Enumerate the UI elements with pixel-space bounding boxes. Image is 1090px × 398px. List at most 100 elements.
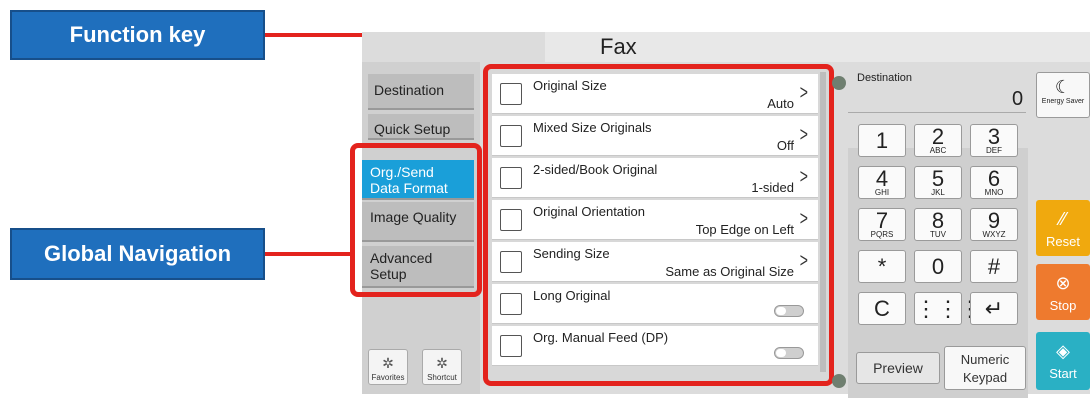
- chevron-right-icon: >: [800, 124, 809, 146]
- key-hash[interactable]: #: [970, 250, 1018, 283]
- key-dots[interactable]: ⋮⋮⋮: [914, 292, 981, 325]
- function-label: Sending Size: [533, 246, 610, 261]
- key-four[interactable]: 4 GHI: [858, 166, 906, 199]
- key-three[interactable]: 3 DEF: [970, 124, 1018, 157]
- key-letters: TUV: [930, 230, 946, 239]
- favorites-icon: ✲: [382, 355, 394, 371]
- function-label: Org. Manual Feed (DP): [533, 330, 669, 345]
- key-letters: DEF: [986, 146, 1002, 155]
- key-six[interactable]: 6 MNO: [970, 166, 1018, 199]
- key-one[interactable]: 1: [858, 124, 906, 157]
- shortcut-button[interactable]: ✲ Shortcut: [422, 349, 462, 385]
- scroll-up-icon[interactable]: [832, 76, 846, 90]
- key-star[interactable]: *: [858, 250, 906, 283]
- global-navigation-leader-h: [265, 252, 355, 256]
- key-letters: MNO: [984, 188, 1004, 197]
- numeric-keypad-button[interactable]: Numeric Keypad: [944, 346, 1026, 390]
- key-letters: JKL: [931, 188, 945, 197]
- global-navigation-highlight: [350, 143, 482, 297]
- function-long-original[interactable]: Long Original: [492, 284, 818, 324]
- favorites-button[interactable]: ✲ Favorites: [368, 349, 408, 385]
- key-letters: PQRS: [870, 230, 894, 239]
- function-two-sided-book-original[interactable]: 2-sided/Book Original 1-sided >: [492, 158, 818, 198]
- key-digit: ⋮⋮⋮: [915, 296, 981, 321]
- key-two[interactable]: 2 ABC: [914, 124, 962, 157]
- long-original-toggle[interactable]: [774, 305, 804, 317]
- nav-item-quick-setup[interactable]: Quick Setup: [368, 114, 474, 140]
- function-value: Off: [776, 138, 794, 153]
- global-navigation-callout-label: Global Navigation: [43, 241, 232, 266]
- function-value: Auto: [767, 96, 794, 111]
- function-org-manual-feed[interactable]: Org. Manual Feed (DP): [492, 326, 818, 366]
- function-original-size[interactable]: Original Size Auto >: [492, 74, 818, 114]
- preview-button[interactable]: Preview: [856, 352, 940, 384]
- stop-label: Stop: [1049, 298, 1077, 313]
- energy-saver-label: Energy Saver: [1041, 98, 1085, 105]
- manual-feed-toggle[interactable]: [774, 347, 804, 359]
- shortcut-icon: ✲: [436, 355, 448, 371]
- chevron-right-icon: >: [800, 250, 809, 272]
- two-sided-icon: [500, 167, 522, 189]
- preview-label: Preview: [873, 360, 923, 376]
- function-value: Same as Original Size: [665, 264, 794, 279]
- function-value: Top Edge on Left: [695, 222, 794, 237]
- function-sending-size[interactable]: Sending Size Same as Original Size >: [492, 242, 818, 282]
- original-size-icon: [500, 83, 522, 105]
- key-digit: #: [987, 254, 1001, 279]
- key-five[interactable]: 5 JKL: [914, 166, 962, 199]
- page-title: Fax: [600, 34, 637, 59]
- favorites-label: Favorites: [371, 373, 405, 382]
- function-value: 1-sided: [751, 180, 794, 195]
- destination-count: 0: [1012, 88, 1024, 110]
- function-label: Original Size: [533, 78, 607, 93]
- manual-feed-icon: [500, 335, 522, 357]
- key-zero[interactable]: 0: [914, 250, 962, 283]
- key-digit: 1: [875, 128, 889, 153]
- reset-icon: ⁄⁄: [1059, 209, 1066, 229]
- start-button[interactable]: ◈ Start: [1036, 332, 1090, 390]
- chevron-right-icon: >: [800, 208, 809, 230]
- key-enter[interactable]: ↵: [970, 292, 1018, 325]
- stop-icon: ⊗: [1055, 273, 1071, 293]
- key-letters: ABC: [929, 146, 947, 155]
- function-label: 2-sided/Book Original: [533, 162, 658, 177]
- start-icon: ◈: [1056, 341, 1070, 361]
- scroll-down-icon[interactable]: [832, 374, 846, 388]
- destination-divider: [848, 112, 1026, 113]
- function-label: Original Orientation: [533, 204, 645, 219]
- key-clear[interactable]: C: [858, 292, 906, 325]
- nav-item-destination[interactable]: Destination: [368, 74, 474, 110]
- key-digit: *: [877, 254, 887, 279]
- energy-saver-button[interactable]: ☾ Energy Saver: [1036, 72, 1090, 118]
- nav-item-label: Destination: [374, 82, 445, 98]
- key-eight[interactable]: 8 TUV: [914, 208, 962, 241]
- key-nine[interactable]: 9 WXYZ: [970, 208, 1018, 241]
- function-mixed-size-originals[interactable]: Mixed Size Originals Off >: [492, 116, 818, 156]
- key-seven[interactable]: 7 PQRS: [858, 208, 906, 241]
- long-original-icon: [500, 293, 522, 315]
- reset-label: Reset: [1046, 234, 1080, 249]
- global-navigation-callout: Global Navigation: [10, 228, 265, 280]
- orientation-icon: [500, 209, 522, 231]
- destination-label: Destination: [857, 72, 913, 84]
- nav-item-label: Quick Setup: [374, 121, 451, 137]
- function-list-scrollbar[interactable]: [820, 72, 826, 372]
- key-letters: WXYZ: [982, 230, 1006, 239]
- numeric-keypad-label: Numeric Keypad: [960, 352, 1010, 385]
- key-digit: C: [874, 296, 890, 321]
- start-label: Start: [1049, 366, 1077, 381]
- chevron-right-icon: >: [800, 166, 809, 188]
- shortcut-label: Shortcut: [427, 373, 457, 382]
- key-digit: ↵: [984, 296, 1004, 321]
- chevron-right-icon: >: [800, 82, 809, 104]
- sending-size-icon: [500, 251, 522, 273]
- function-key-callout: Function key: [10, 10, 265, 60]
- function-key-callout-label: Function key: [69, 22, 206, 47]
- function-original-orientation[interactable]: Original Orientation Top Edge on Left >: [492, 200, 818, 240]
- reset-button[interactable]: ⁄⁄ Reset: [1036, 200, 1090, 256]
- function-label: Mixed Size Originals: [533, 120, 652, 135]
- stop-button[interactable]: ⊗ Stop: [1036, 264, 1090, 320]
- key-digit: 0: [931, 254, 945, 279]
- function-label: Long Original: [533, 288, 611, 303]
- moon-icon: ☾: [1054, 77, 1072, 97]
